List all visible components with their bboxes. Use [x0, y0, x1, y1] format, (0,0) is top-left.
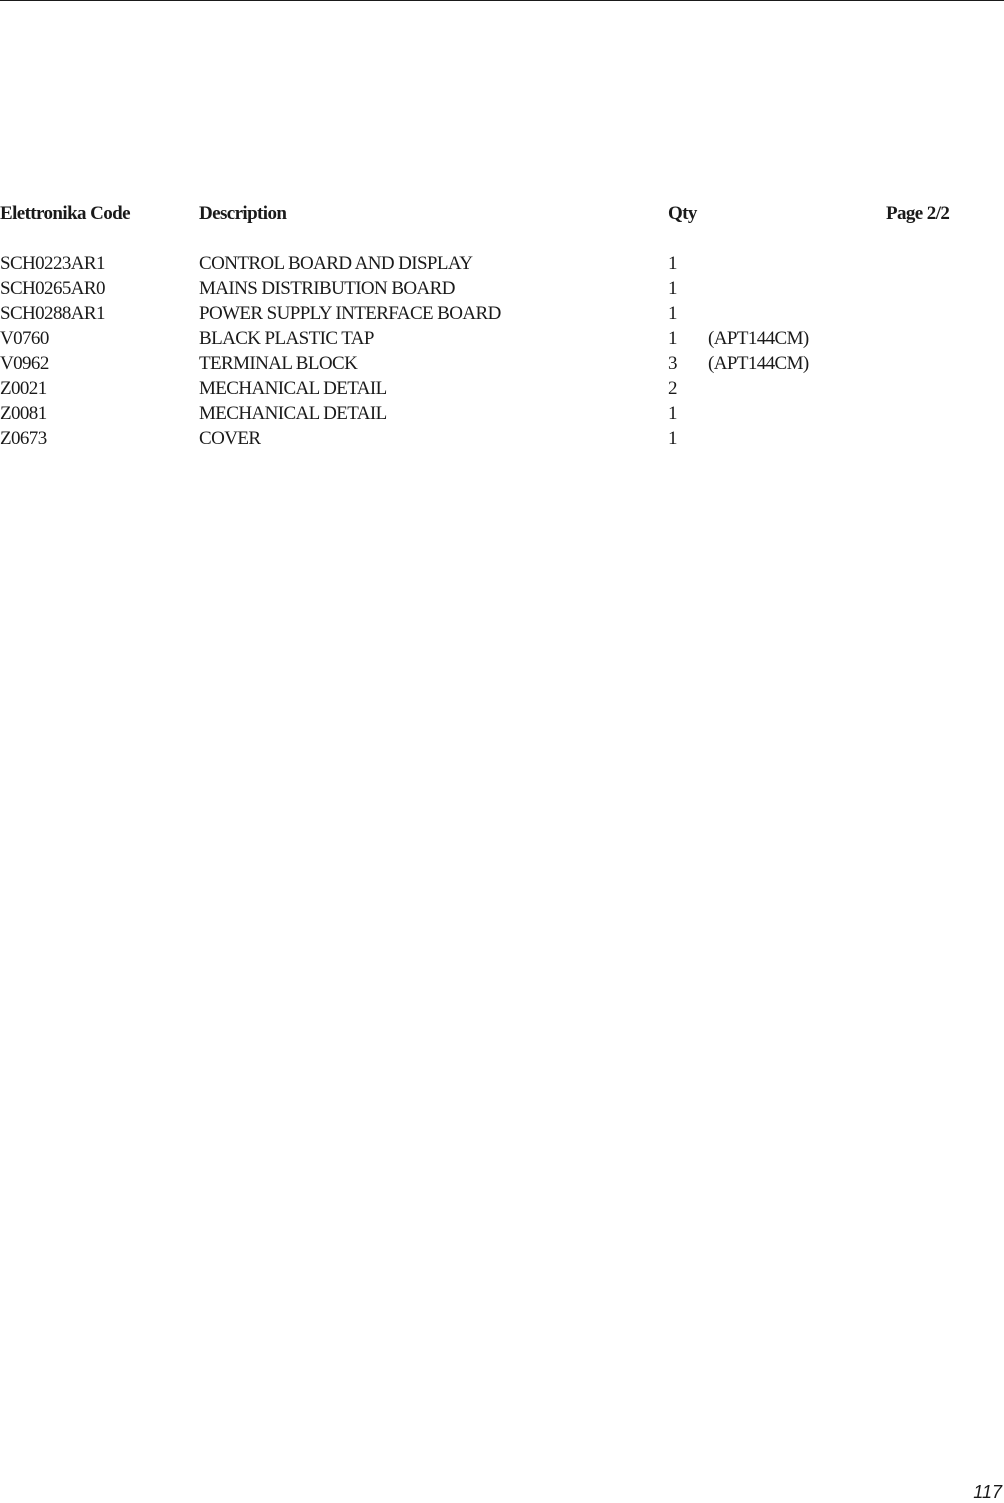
part-qty: 1: [668, 328, 678, 349]
header-code: Elettronika Code: [0, 203, 131, 224]
part-code: V0962: [0, 353, 49, 374]
part-qty: 2: [668, 378, 678, 399]
header-page: Page 2/2: [886, 203, 950, 224]
part-description: TERMINAL BLOCK: [199, 353, 358, 374]
part-description: MECHANICAL DETAIL: [199, 378, 387, 399]
part-qty: 1: [668, 403, 678, 424]
part-description: POWER SUPPLY INTERFACE BOARD: [199, 303, 501, 324]
table-row: Z0673 COVER 1: [0, 428, 1004, 453]
table-row: Z0021 MECHANICAL DETAIL 2: [0, 378, 1004, 403]
table-row: SCH0288AR1 POWER SUPPLY INTERFACE BOARD …: [0, 303, 1004, 328]
part-qty: 1: [668, 278, 678, 299]
part-code: Z0021: [0, 378, 47, 399]
part-description: BLACK PLASTIC TAP: [199, 328, 374, 349]
top-rule: [0, 0, 1004, 1]
part-note: (APT144CM): [708, 328, 809, 349]
header-qty: Qty: [668, 203, 697, 224]
part-description: CONTROL BOARD AND DISPLAY: [199, 253, 473, 274]
part-code: SCH0223AR1: [0, 253, 105, 274]
part-qty: 1: [668, 303, 678, 324]
part-qty: 1: [668, 428, 678, 449]
part-description: MECHANICAL DETAIL: [199, 403, 387, 424]
table-row: V0760 BLACK PLASTIC TAP 1 (APT144CM): [0, 328, 1004, 353]
part-note: (APT144CM): [708, 353, 809, 374]
part-qty: 1: [668, 253, 678, 274]
part-qty: 3: [668, 353, 678, 374]
part-code: V0760: [0, 328, 49, 349]
page-number: 117: [973, 1482, 1002, 1502]
part-code: SCH0288AR1: [0, 303, 105, 324]
header-description: Description: [199, 203, 287, 224]
part-description: COVER: [199, 428, 261, 449]
table-row: SCH0223AR1 CONTROL BOARD AND DISPLAY 1: [0, 253, 1004, 278]
part-code: SCH0265AR0: [0, 278, 105, 299]
table-row: Z0081 MECHANICAL DETAIL 1: [0, 403, 1004, 428]
part-code: Z0673: [0, 428, 47, 449]
part-code: Z0081: [0, 403, 47, 424]
table-row: V0962 TERMINAL BLOCK 3 (APT144CM): [0, 353, 1004, 378]
table-row: SCH0265AR0 MAINS DISTRIBUTION BOARD 1: [0, 278, 1004, 303]
part-description: MAINS DISTRIBUTION BOARD: [199, 278, 455, 299]
